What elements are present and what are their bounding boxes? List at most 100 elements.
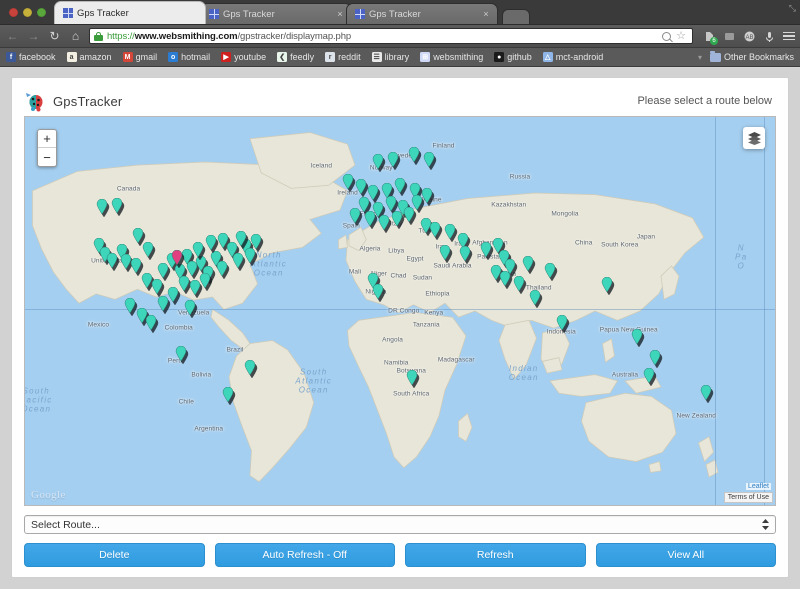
map-marker[interactable]: [545, 263, 556, 278]
map-marker[interactable]: [206, 235, 217, 250]
window-resize-icon[interactable]: ⤡: [789, 3, 796, 14]
map-marker[interactable]: [387, 152, 398, 167]
map-marker[interactable]: [97, 199, 108, 214]
tab-close-icon[interactable]: ×: [481, 9, 491, 19]
map-marker[interactable]: [372, 284, 383, 299]
extension-badge-icon[interactable]: 6: [703, 30, 716, 43]
map-marker[interactable]: [222, 387, 233, 402]
map-marker[interactable]: [152, 279, 163, 294]
map-marker[interactable]: [141, 273, 152, 288]
auto-refresh-button[interactable]: Auto Refresh - Off: [215, 543, 396, 567]
map-marker[interactable]: [459, 246, 470, 261]
map-marker[interactable]: [372, 154, 383, 169]
bookmark-facebook[interactable]: ffacebook: [6, 52, 56, 62]
address-bar[interactable]: https://www.websmithing.com/gpstracker/d…: [89, 28, 693, 44]
home-icon[interactable]: ⌂: [68, 29, 83, 44]
map-marker[interactable]: [444, 224, 455, 239]
map-marker[interactable]: [342, 174, 353, 189]
bookmark-gmail[interactable]: Mgmail: [123, 52, 158, 62]
map-marker[interactable]: [350, 208, 361, 223]
map-marker[interactable]: [200, 273, 211, 288]
terms-of-use-link[interactable]: Terms of Use: [724, 492, 773, 503]
adblock-icon[interactable]: AB: [743, 30, 756, 43]
map-marker[interactable]: [216, 261, 227, 276]
hamburger-menu-icon[interactable]: [783, 32, 795, 41]
map-marker[interactable]: [245, 248, 256, 263]
tab-gps-tracker-1[interactable]: Gps Tracker: [54, 1, 206, 24]
map-marker[interactable]: [429, 222, 440, 237]
star-icon[interactable]: ☆: [676, 31, 686, 42]
map-marker[interactable]: [251, 234, 262, 249]
map-canvas[interactable]: CanadaUnited StatesMexicoIcelandSwedenFi…: [25, 117, 775, 505]
map-marker[interactable]: [392, 211, 403, 226]
map-marker[interactable]: [530, 290, 541, 305]
map-container[interactable]: CanadaUnited StatesMexicoIcelandSwedenFi…: [24, 116, 776, 506]
map-marker[interactable]: [386, 196, 397, 211]
microphone-icon[interactable]: [763, 30, 776, 43]
map-marker[interactable]: [440, 245, 451, 260]
map-marker[interactable]: [557, 315, 568, 330]
layers-stack-icon[interactable]: [743, 127, 765, 149]
map-marker[interactable]: [522, 256, 533, 271]
bookmark-hotmail[interactable]: ohotmail: [168, 52, 210, 62]
map-marker[interactable]: [423, 152, 434, 167]
map-marker[interactable]: [643, 368, 654, 383]
map-marker[interactable]: [395, 178, 406, 193]
zoom-out-icon[interactable]: [662, 32, 671, 41]
bookmark-feedly[interactable]: ❮feedly: [277, 52, 314, 62]
map-marker[interactable]: [131, 258, 142, 273]
refresh-button[interactable]: Refresh: [405, 543, 586, 567]
map-marker[interactable]: [175, 346, 186, 361]
zoom-in-button[interactable]: +: [38, 130, 56, 148]
map-marker[interactable]: [233, 253, 244, 268]
zoom-controls[interactable]: + −: [37, 129, 57, 167]
forward-arrow-icon[interactable]: →: [26, 29, 41, 44]
bookmark-github[interactable]: ●github: [494, 52, 532, 62]
bookmark-youtube[interactable]: ▶youtube: [221, 52, 266, 62]
map-marker[interactable]: [422, 188, 433, 203]
map-marker[interactable]: [404, 207, 415, 222]
other-bookmarks-folder[interactable]: Other Bookmarks: [710, 52, 794, 62]
map-marker[interactable]: [179, 276, 190, 291]
bookmark-amazon[interactable]: aamazon: [67, 52, 112, 62]
map-marker[interactable]: [356, 179, 367, 194]
map-marker[interactable]: [513, 276, 524, 291]
bookmark-mct-android[interactable]: △mct-android: [543, 52, 604, 62]
map-marker[interactable]: [378, 215, 389, 230]
map-marker[interactable]: [500, 271, 511, 286]
new-tab-button[interactable]: [502, 9, 530, 24]
stepper-arrows-icon[interactable]: [762, 519, 769, 530]
map-marker[interactable]: [143, 242, 154, 257]
tab-close-icon[interactable]: ×: [335, 9, 345, 19]
delete-button[interactable]: Delete: [24, 543, 205, 567]
select-route-dropdown[interactable]: Select Route...: [24, 515, 776, 534]
map-marker[interactable]: [132, 228, 143, 243]
maximize-window-button[interactable]: [37, 8, 46, 17]
map-marker[interactable]: [480, 242, 491, 257]
map-marker[interactable]: [112, 198, 123, 213]
bookmark-reddit[interactable]: rreddit: [325, 52, 361, 62]
map-marker[interactable]: [407, 370, 418, 385]
map-marker[interactable]: [158, 296, 169, 311]
map-marker[interactable]: [189, 280, 200, 295]
map-marker[interactable]: [632, 329, 643, 344]
extension-icon-2[interactable]: [723, 30, 736, 43]
map-marker[interactable]: [365, 211, 376, 226]
map-marker[interactable]: [168, 287, 179, 302]
map-marker[interactable]: [245, 360, 256, 375]
map-marker-selected[interactable]: [171, 250, 182, 265]
minimize-window-button[interactable]: [23, 8, 32, 17]
bookmark-library[interactable]: ☰library: [372, 52, 410, 62]
reload-icon[interactable]: ↻: [47, 29, 62, 44]
back-arrow-icon[interactable]: ←: [5, 29, 20, 44]
map-marker[interactable]: [236, 231, 247, 246]
view-all-button[interactable]: View All: [596, 543, 777, 567]
map-marker[interactable]: [145, 315, 156, 330]
map-marker[interactable]: [185, 300, 196, 315]
map-marker[interactable]: [192, 242, 203, 257]
leaflet-attribution-link[interactable]: Leaflet: [746, 483, 771, 490]
map-marker[interactable]: [650, 350, 661, 365]
map-marker[interactable]: [408, 147, 419, 162]
zoom-out-button[interactable]: −: [38, 148, 56, 166]
tab-gps-tracker-3[interactable]: Gps Tracker ×: [346, 3, 498, 24]
